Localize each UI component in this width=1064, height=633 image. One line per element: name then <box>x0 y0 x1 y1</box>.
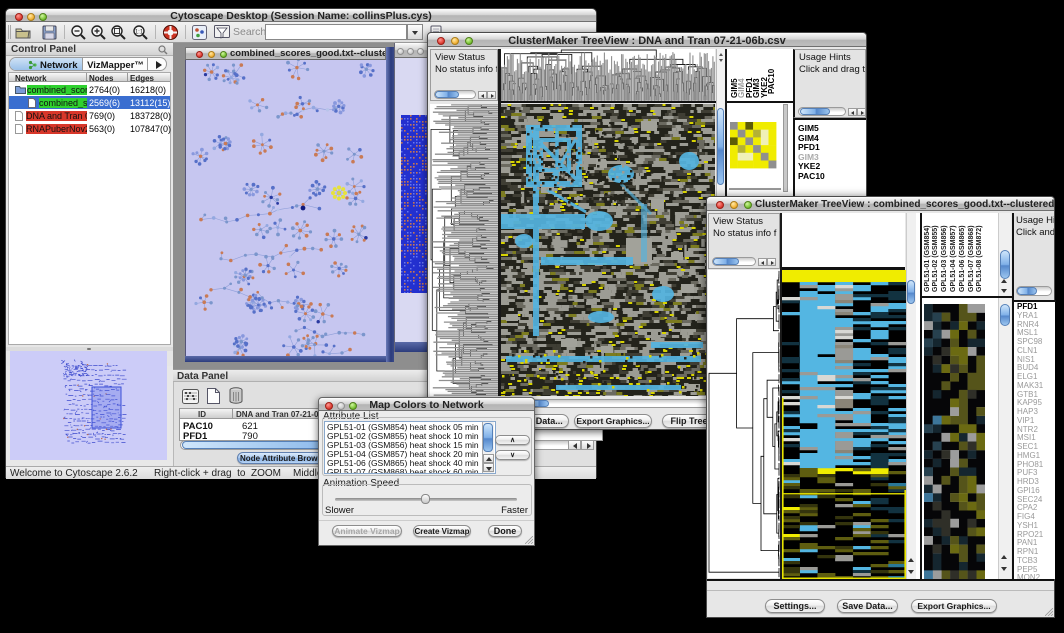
svg-text:1:1: 1:1 <box>135 30 144 36</box>
